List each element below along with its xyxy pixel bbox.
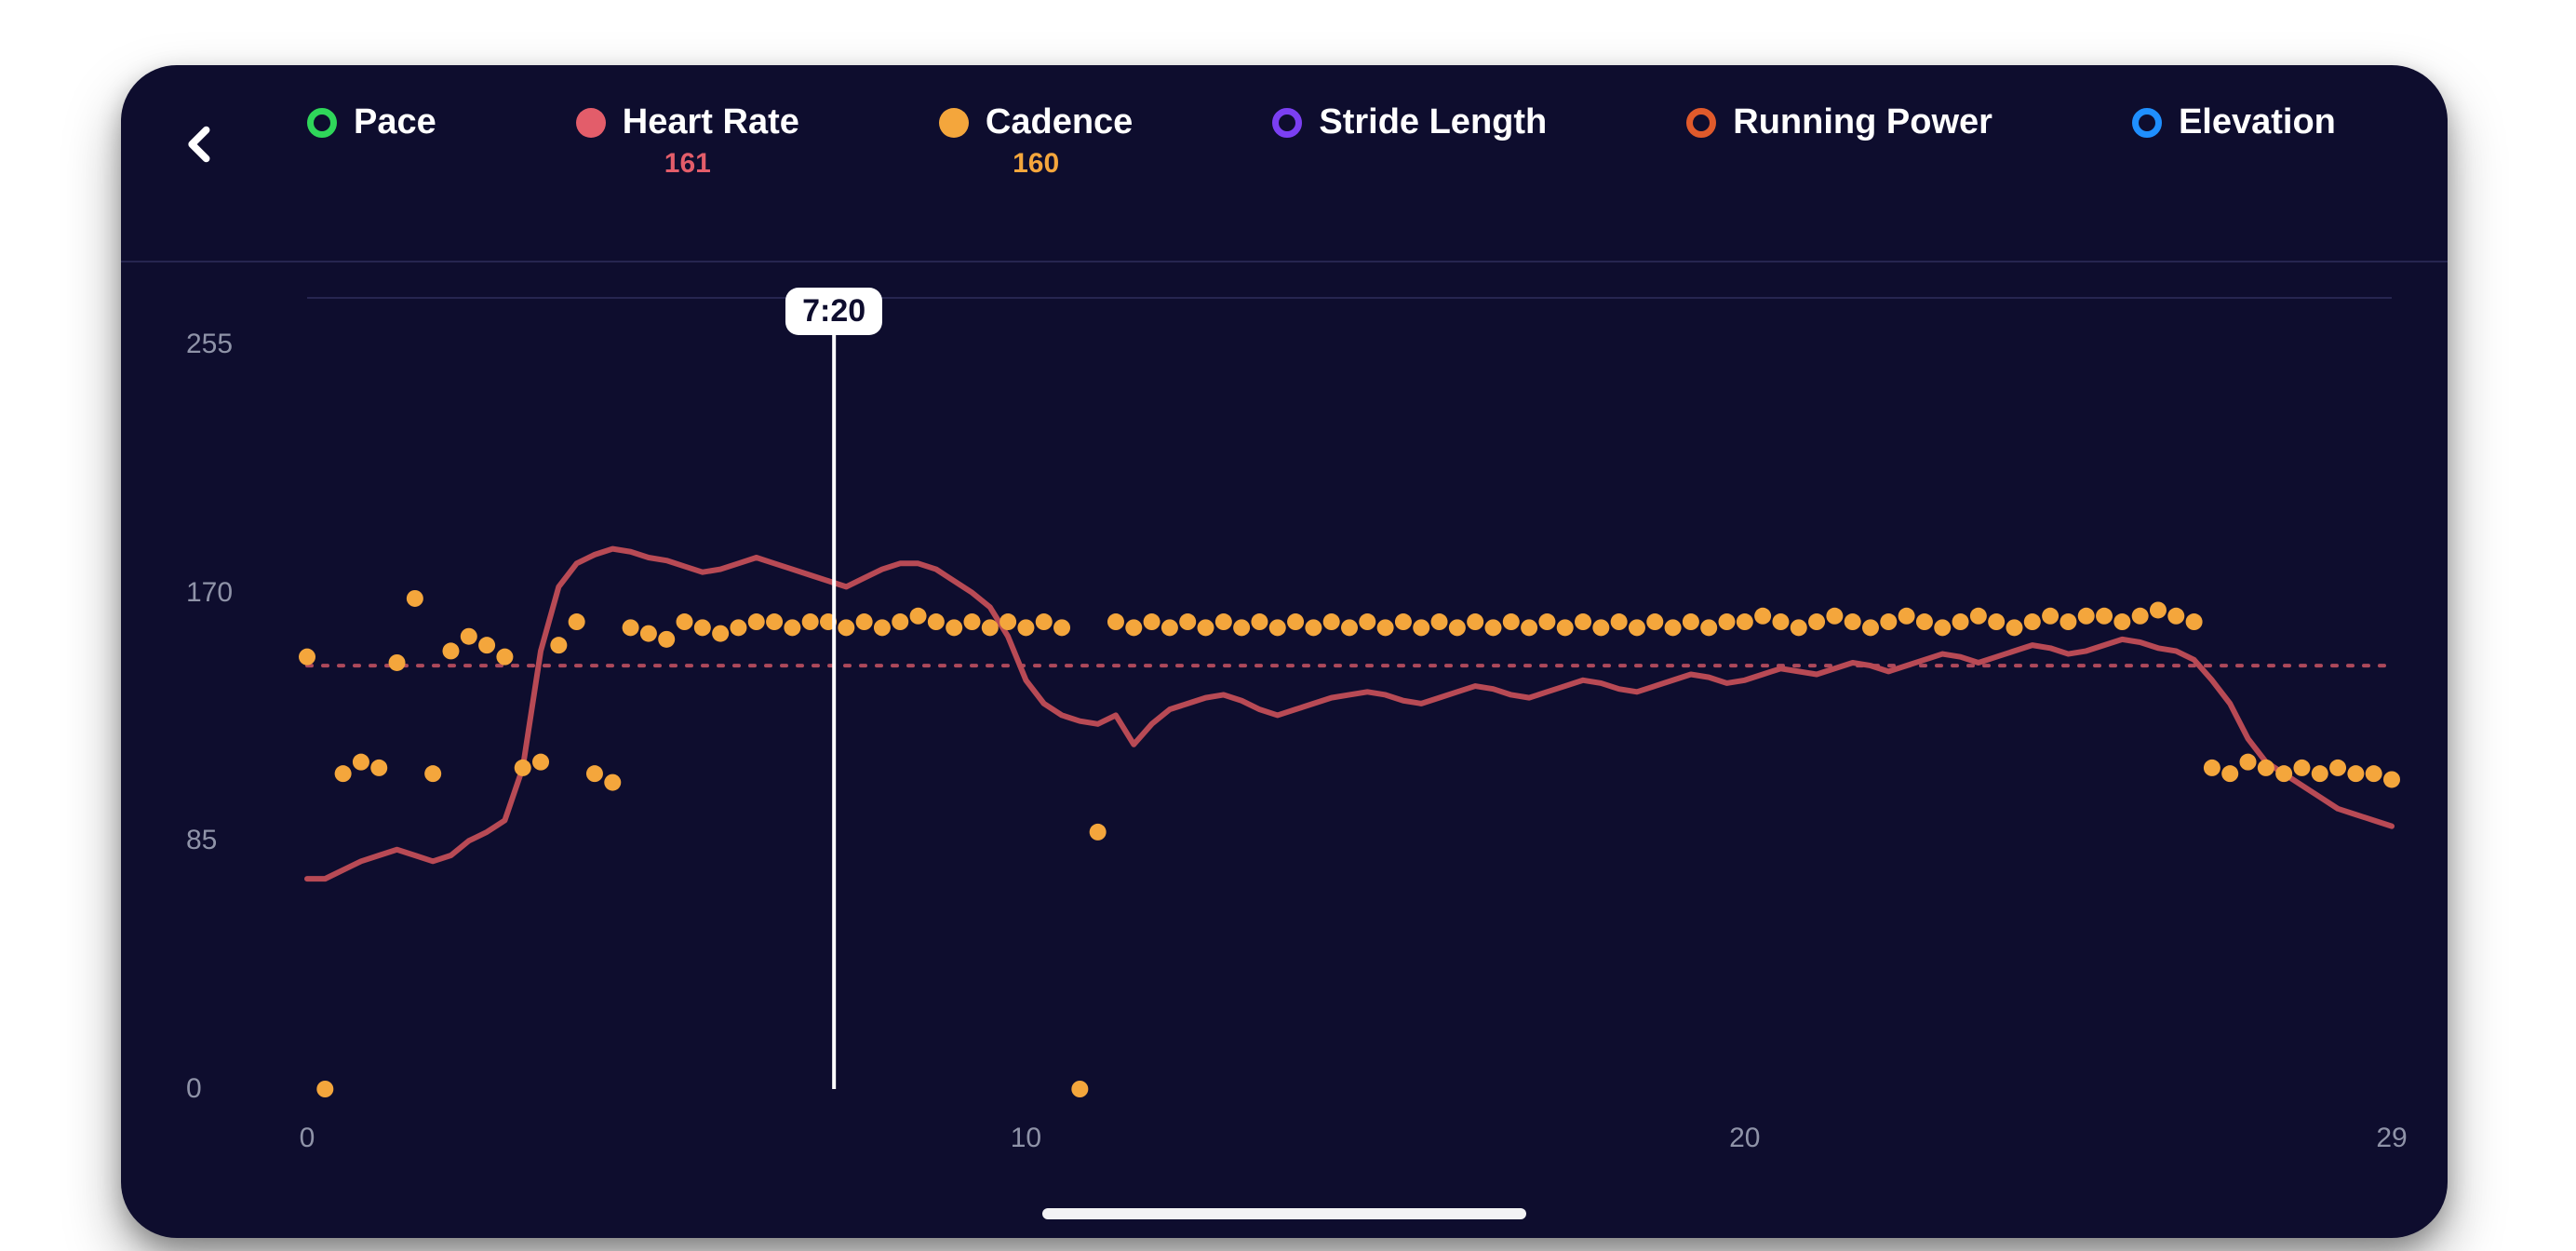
back-button[interactable] [158,102,242,186]
legend-running-power[interactable]: Running Power [1686,102,1992,142]
y-tick: 85 [186,825,217,856]
x-tick: 0 [300,1123,315,1154]
chart-header: Pace Heart Rate 161 Cadence 160 [121,102,2448,262]
y-tick: 255 [186,329,233,360]
legend-stride-length[interactable]: Stride Length [1272,102,1547,142]
power-icon [1686,108,1716,138]
legend-label: Pace [354,102,436,142]
legend-value: 160 [1013,148,1059,180]
elevation-icon [2132,108,2162,138]
stride-icon [1272,108,1302,138]
y-tick: 170 [186,577,233,609]
legend-label: Running Power [1733,102,1992,142]
y-tick: 0 [186,1073,202,1105]
chart-svg [121,279,2448,1201]
home-indicator [1042,1208,1526,1219]
heart-icon [576,108,606,138]
x-tick: 20 [1729,1123,1760,1154]
chevron-left-icon [180,124,221,165]
legend-elevation[interactable]: Elevation [2132,102,2336,142]
pace-icon [307,108,337,138]
x-tick: 29 [2376,1123,2407,1154]
cadence-icon [939,108,969,138]
x-tick: 10 [1011,1123,1041,1154]
legend-heart-rate[interactable]: Heart Rate 161 [576,102,799,180]
legend-label: Heart Rate [623,102,799,142]
chart-legend: Pace Heart Rate 161 Cadence 160 [242,102,2392,180]
legend-label: Stride Length [1319,102,1547,142]
legend-value: 161 [664,148,711,180]
legend-cadence[interactable]: Cadence 160 [939,102,1133,180]
legend-label: Elevation [2179,102,2336,142]
cursor-time-badge: 7:20 [785,288,882,335]
legend-pace[interactable]: Pace [307,102,436,142]
chart-card: Pace Heart Rate 161 Cadence 160 [121,65,2448,1238]
chart-plot-area[interactable]: 0 85 170 255 0 10 20 29 7:20 [121,279,2448,1201]
legend-label: Cadence [986,102,1133,142]
